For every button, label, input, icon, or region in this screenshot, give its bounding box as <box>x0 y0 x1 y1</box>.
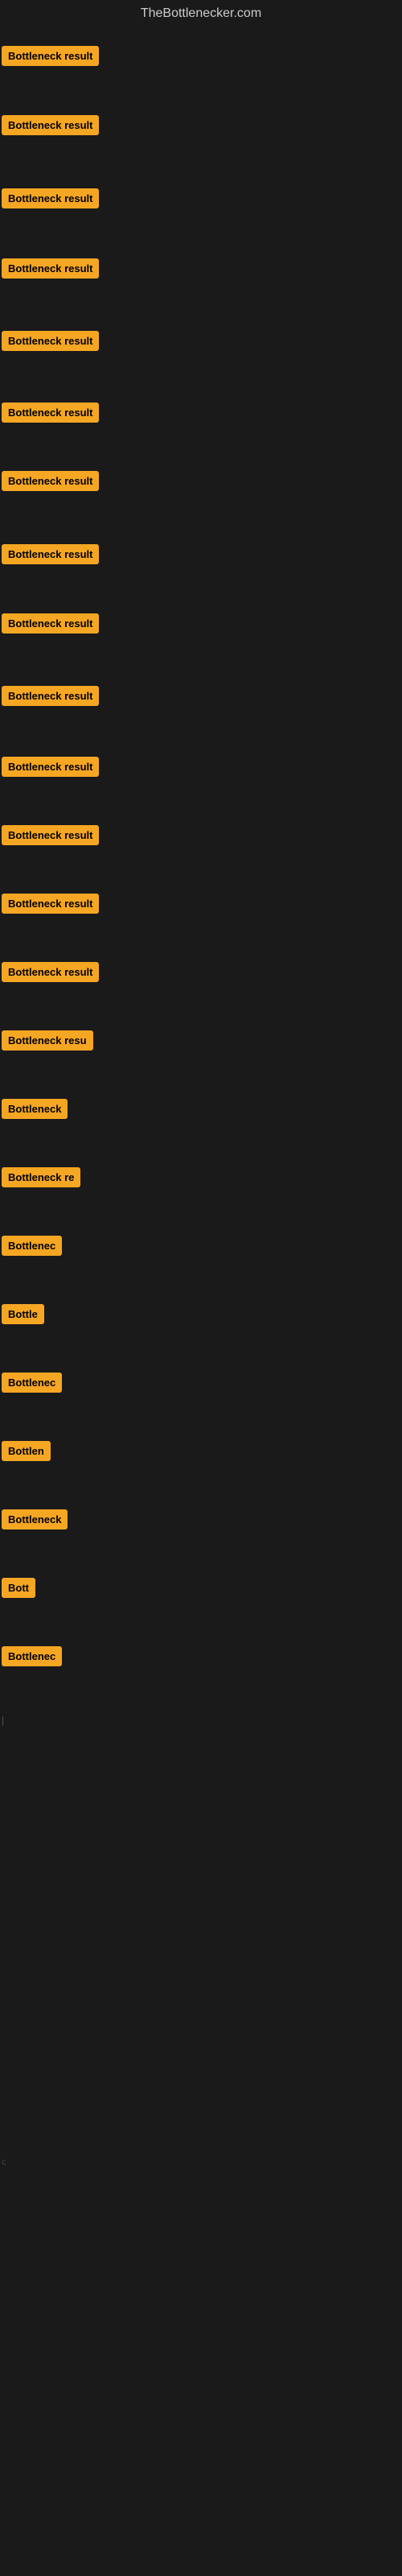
bottleneck-item-12: Bottleneck result <box>2 825 99 849</box>
site-title: TheBottlenecker.com <box>0 0 402 27</box>
bottleneck-item-5: Bottleneck result <box>2 331 99 355</box>
bottleneck-badge-22[interactable]: Bottleneck <box>2 1509 68 1530</box>
bottleneck-badge-15[interactable]: Bottleneck resu <box>2 1030 93 1051</box>
bottleneck-item-11: Bottleneck result <box>2 757 99 781</box>
bottleneck-item-24: Bottlenec <box>2 1646 62 1670</box>
bottleneck-item-7: Bottleneck result <box>2 471 99 495</box>
bottleneck-item-21: Bottlen <box>2 1441 51 1465</box>
page-wrapper: TheBottlenecker.com | c Bottleneck resul… <box>0 0 402 2576</box>
bottleneck-item-16: Bottleneck <box>2 1099 68 1123</box>
bottleneck-item-4: Bottleneck result <box>2 258 99 283</box>
bottleneck-badge-14[interactable]: Bottleneck result <box>2 962 99 982</box>
bottleneck-item-8: Bottleneck result <box>2 544 99 568</box>
bottleneck-badge-4[interactable]: Bottleneck result <box>2 258 99 279</box>
bottleneck-item-13: Bottleneck result <box>2 894 99 918</box>
bottleneck-item-19: Bottle <box>2 1304 44 1328</box>
bottleneck-badge-11[interactable]: Bottleneck result <box>2 757 99 777</box>
bottleneck-badge-24[interactable]: Bottlenec <box>2 1646 62 1666</box>
bottleneck-badge-13[interactable]: Bottleneck result <box>2 894 99 914</box>
bottleneck-badge-6[interactable]: Bottleneck result <box>2 402 99 423</box>
bottleneck-badge-20[interactable]: Bottlenec <box>2 1373 62 1393</box>
bottleneck-item-2: Bottleneck result <box>2 115 99 139</box>
footer-bar: | <box>2 1715 4 1726</box>
bottleneck-item-20: Bottlenec <box>2 1373 62 1397</box>
bottleneck-badge-8[interactable]: Bottleneck result <box>2 544 99 564</box>
bottleneck-badge-9[interactable]: Bottleneck result <box>2 613 99 634</box>
bottleneck-item-3: Bottleneck result <box>2 188 99 213</box>
bottleneck-item-22: Bottleneck <box>2 1509 68 1534</box>
footer-label: c <box>2 2157 6 2167</box>
bottleneck-item-15: Bottleneck resu <box>2 1030 93 1055</box>
bottleneck-badge-16[interactable]: Bottleneck <box>2 1099 68 1119</box>
bottleneck-badge-2[interactable]: Bottleneck result <box>2 115 99 135</box>
bottleneck-item-6: Bottleneck result <box>2 402 99 427</box>
bottleneck-badge-5[interactable]: Bottleneck result <box>2 331 99 351</box>
bottleneck-item-9: Bottleneck result <box>2 613 99 638</box>
bottleneck-item-17: Bottleneck re <box>2 1167 80 1191</box>
bottleneck-item-14: Bottleneck result <box>2 962 99 986</box>
bottleneck-badge-23[interactable]: Bott <box>2 1578 35 1598</box>
bottleneck-badge-1[interactable]: Bottleneck result <box>2 46 99 66</box>
bottleneck-item-1: Bottleneck result <box>2 46 99 70</box>
bottleneck-item-18: Bottlenec <box>2 1236 62 1260</box>
bottleneck-badge-3[interactable]: Bottleneck result <box>2 188 99 208</box>
bottleneck-badge-17[interactable]: Bottleneck re <box>2 1167 80 1187</box>
bottleneck-badge-19[interactable]: Bottle <box>2 1304 44 1324</box>
bottleneck-item-10: Bottleneck result <box>2 686 99 710</box>
bottleneck-badge-18[interactable]: Bottlenec <box>2 1236 62 1256</box>
bottleneck-badge-21[interactable]: Bottlen <box>2 1441 51 1461</box>
bottleneck-badge-12[interactable]: Bottleneck result <box>2 825 99 845</box>
bottleneck-badge-7[interactable]: Bottleneck result <box>2 471 99 491</box>
bottleneck-item-23: Bott <box>2 1578 35 1602</box>
bottleneck-badge-10[interactable]: Bottleneck result <box>2 686 99 706</box>
